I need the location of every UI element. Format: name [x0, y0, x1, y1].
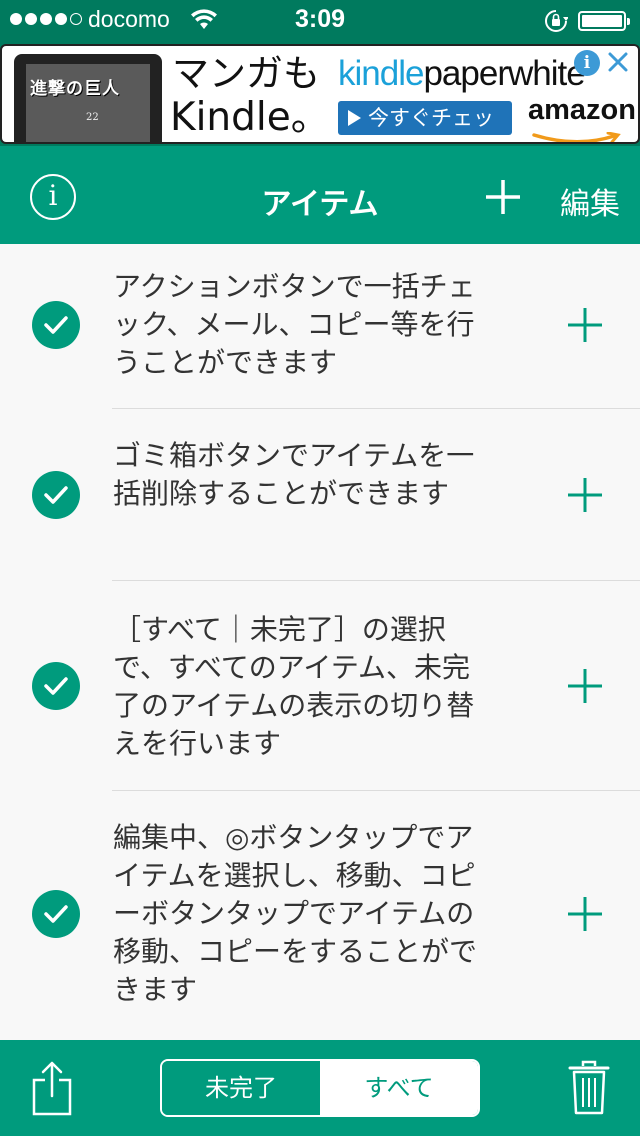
edit-button[interactable]: 編集 — [560, 179, 620, 223]
item-check-button[interactable] — [32, 301, 80, 349]
filter-segmented-control[interactable]: 未完了 すべて — [160, 1059, 480, 1117]
item-check-button[interactable] — [32, 890, 80, 938]
add-icon[interactable] — [566, 306, 604, 344]
manga-title: 進撃の巨人 — [30, 79, 120, 99]
ad-product-brand: kindle — [338, 54, 424, 93]
ad-close-icon[interactable] — [604, 48, 632, 76]
list-item[interactable]: 編集中、◎ボタンタップでアイテムを選択し、移動、コピーボタンタップでアイテムの移… — [0, 791, 640, 1040]
lock-rotation-icon — [545, 10, 568, 32]
bottom-toolbar: 未完了 すべて — [0, 1040, 640, 1136]
segment-all[interactable]: すべて — [320, 1061, 478, 1115]
page-title: アイテム — [261, 187, 379, 222]
item-text: ［すべて｜未完了］の選択で、すべてのアイテム、未完了のアイテムの表示の切り替えを… — [113, 613, 475, 760]
ad-product-model: paperwhite — [423, 54, 585, 93]
item-text: ゴミ箱ボタンでアイテムを一括削除することができます — [113, 439, 475, 510]
checkmark-icon — [44, 905, 68, 923]
item-text: 編集中、◎ボタンタップでアイテムを選択し、移動、コピーボタンタップでアイテムの移… — [113, 821, 478, 1006]
add-icon[interactable] — [566, 895, 604, 933]
ad-content[interactable]: 進撃の巨人 22 マンガも Kindle。 kindlepaperwhite 今… — [0, 44, 640, 144]
trash-icon[interactable] — [568, 1060, 610, 1116]
list-item[interactable]: ゴミ箱ボタンでアイテムを一括削除することができます — [0, 409, 640, 581]
item-check-button[interactable] — [32, 662, 80, 710]
status-bar: docomo 3:09 — [0, 0, 640, 40]
add-icon[interactable] — [566, 667, 604, 705]
ad-headline-line1: マンガも — [172, 52, 320, 95]
kindle-device-image: 進撃の巨人 22 — [14, 54, 162, 142]
segment-incomplete[interactable]: 未完了 — [162, 1061, 320, 1115]
share-icon[interactable] — [30, 1060, 74, 1116]
amazon-smile-icon — [532, 132, 621, 142]
ad-product-name: kindlepaperwhite — [338, 52, 586, 96]
ad-cta-button[interactable]: 今すぐチェック — [338, 101, 512, 142]
item-check-button[interactable] — [32, 471, 80, 519]
list-item[interactable]: ［すべて｜未完了］の選択で、すべてのアイテム、未完了のアイテムの表示の切り替えを… — [0, 581, 640, 791]
ad-info-icon[interactable]: i — [574, 50, 600, 76]
add-icon[interactable] — [484, 178, 522, 216]
amazon-logo: amazon — [528, 94, 636, 126]
manga-cover-image: 進撃の巨人 22 — [26, 64, 150, 142]
item-list: アクションボタンで一括チェック、メール、コピー等を行うことができます ゴミ箱ボタ… — [0, 244, 640, 1040]
checkmark-icon — [44, 316, 68, 334]
checkmark-icon — [44, 486, 68, 504]
list-item[interactable]: アクションボタンで一括チェック、メール、コピー等を行うことができます — [0, 244, 640, 409]
add-icon[interactable] — [566, 476, 604, 514]
navigation-bar: i アイテム 編集 — [0, 146, 640, 244]
ad-banner[interactable]: 進撃の巨人 22 マンガも Kindle。 kindlepaperwhite 今… — [0, 40, 640, 146]
manga-volume: 22 — [86, 112, 99, 123]
checkmark-icon — [44, 677, 68, 695]
ad-headline-line2: Kindle。 — [170, 95, 330, 140]
item-text: アクションボタンで一括チェック、メール、コピー等を行うことができます — [113, 270, 476, 379]
battery-icon — [578, 11, 630, 31]
